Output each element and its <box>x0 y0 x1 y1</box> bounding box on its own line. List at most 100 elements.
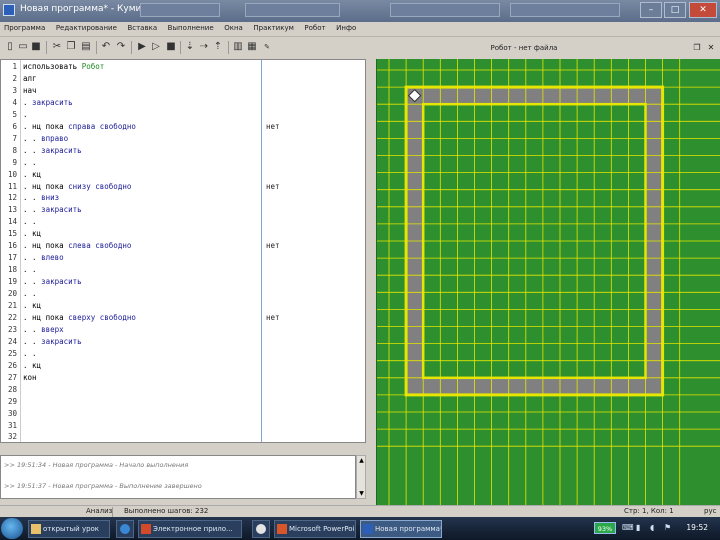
code-line[interactable]: . . <box>23 158 37 167</box>
open-file-icon[interactable]: ▭ <box>17 40 29 54</box>
flag-icon[interactable]: ⚑ <box>664 523 671 532</box>
menu-insert[interactable]: Вставка <box>123 22 161 32</box>
code-token: кон <box>23 372 37 382</box>
painted-cell <box>525 377 543 395</box>
close-panel-icon[interactable]: ✕ <box>706 43 716 53</box>
code-line[interactable]: . кц <box>23 229 41 238</box>
menu-robot[interactable]: Робот <box>300 22 329 32</box>
code-token: слева свободно <box>68 241 132 251</box>
keyboard-icon[interactable]: ⌨ <box>622 523 634 532</box>
code-line[interactable]: . нц пока слева свободно <box>23 241 131 250</box>
painted-cell <box>645 241 663 259</box>
code-line[interactable]: . . закрасить <box>23 337 82 346</box>
code-line[interactable]: . нц пока справа свободно <box>23 122 136 131</box>
code-line[interactable]: . нц пока снизу свободно <box>23 182 131 191</box>
code-line[interactable]: . кц <box>23 170 41 179</box>
code-line[interactable]: нач <box>23 86 37 95</box>
battery-indicator[interactable]: 93% <box>594 522 616 534</box>
step-run-icon[interactable]: ▷ <box>150 40 162 54</box>
code-line[interactable]: . кц <box>23 361 41 370</box>
code-line[interactable]: . нц пока сверху свободно <box>23 313 136 322</box>
save-icon[interactable]: ■ <box>30 40 42 54</box>
painted-cell <box>406 155 424 173</box>
taskbar-button-lesson[interactable]: открытый урок <box>28 520 110 538</box>
code-line[interactable]: использовать Робот <box>23 62 104 71</box>
volume-icon[interactable]: ◖ <box>650 523 654 532</box>
code-line[interactable]: . <box>23 110 28 119</box>
code-token: . . <box>23 145 42 155</box>
painted-cell <box>406 138 424 156</box>
code-line[interactable]: . закрасить <box>23 98 73 107</box>
undock-icon[interactable]: ❐ <box>692 43 702 53</box>
code-line[interactable]: . . вверх <box>23 325 64 334</box>
robot-view-icon[interactable]: ▦ <box>246 40 258 54</box>
code-editor[interactable]: 1 2 3 4 5 6 7 8 9 10 11 12 13 14 15 16 17 18 19 20 21 22 23 24 2… <box>0 59 366 443</box>
code-line[interactable]: . . влево <box>23 253 64 262</box>
background-window-ghost <box>510 3 620 17</box>
menu-practicum[interactable]: Практикум <box>249 22 298 32</box>
title-bar: Новая программа* - Кумир – □ ✕ <box>0 0 720 22</box>
code-line[interactable]: . . закрасить <box>23 205 82 214</box>
code-line[interactable]: . . вниз <box>23 193 59 202</box>
step-over-icon[interactable]: ⇢ <box>198 40 210 54</box>
code-line[interactable]: . . <box>23 289 37 298</box>
taskbar-button-kumir[interactable]: Новая программа*... <box>360 520 442 538</box>
code-line[interactable]: . . <box>23 265 37 274</box>
pin-icon[interactable]: ✎ <box>261 40 273 54</box>
robot-field[interactable] <box>376 59 720 511</box>
redo-icon[interactable]: ↷ <box>115 40 127 54</box>
menu-windows[interactable]: Окна <box>220 22 247 32</box>
line-number: 11 <box>7 181 17 191</box>
code-token: справа свободно <box>68 121 136 131</box>
new-file-icon[interactable]: ▯ <box>4 40 16 54</box>
painted-cell <box>406 326 424 344</box>
run-icon[interactable]: ▶ <box>136 40 148 54</box>
robot-panel-header: Робот - нет файла ❐ ✕ <box>374 42 720 56</box>
maximize-button[interactable]: □ <box>664 2 686 18</box>
stop-icon[interactable]: ■ <box>165 40 177 54</box>
code-line[interactable]: алг <box>23 74 37 83</box>
menu-program[interactable]: Программа <box>0 22 49 32</box>
kumir-app-icon <box>3 4 15 16</box>
yandex-quicklaunch[interactable] <box>252 520 270 538</box>
cut-icon[interactable]: ✂ <box>51 40 63 54</box>
copy-icon[interactable]: ❐ <box>65 40 77 54</box>
undo-icon[interactable]: ↶ <box>100 40 112 54</box>
code-line[interactable]: . . вправо <box>23 134 68 143</box>
code-line[interactable]: . кц <box>23 301 41 310</box>
code-line[interactable]: . . <box>23 217 37 226</box>
line-number: 16 <box>7 241 17 251</box>
taskbar-button-powerpoint[interactable]: Microsoft PowerPoint... <box>274 520 356 538</box>
scroll-up-icon[interactable]: ▲ <box>358 457 365 464</box>
taskbar-button-label: Электронное прило... <box>153 525 233 533</box>
browser-quicklaunch[interactable] <box>116 520 134 538</box>
code-line[interactable]: . . закрасить <box>23 277 82 286</box>
scroll-down-icon[interactable]: ▼ <box>358 490 365 497</box>
window-title: Новая программа* - Кумир <box>20 4 148 14</box>
step-out-icon[interactable]: ⇡ <box>212 40 224 54</box>
network-icon[interactable]: ▮ <box>636 523 640 532</box>
paste-icon[interactable]: ▤ <box>80 40 92 54</box>
close-button[interactable]: ✕ <box>689 2 717 18</box>
taskbar-button-app[interactable]: Электронное прило... <box>138 520 242 538</box>
menu-run[interactable]: Выполнение <box>164 22 218 32</box>
start-button[interactable] <box>1 518 23 539</box>
status-cursor-position: Стр: 1, Кол: 1 <box>624 507 674 515</box>
code-line[interactable]: . . <box>23 349 37 358</box>
code-token: . . <box>23 277 42 287</box>
code-token: вверх <box>41 324 64 334</box>
menu-info[interactable]: Инфо <box>332 22 360 32</box>
code-line[interactable]: кон <box>23 373 37 382</box>
code-token: . нц пока <box>23 241 69 251</box>
status-steps: Выполнено шагов: 232 <box>124 507 209 515</box>
code-line[interactable]: . . закрасить <box>23 146 82 155</box>
minimize-button[interactable]: – <box>640 2 662 18</box>
painted-cell <box>645 360 663 378</box>
menu-edit[interactable]: Редактирование <box>52 22 121 32</box>
log-scrollbar[interactable]: ▲ ▼ <box>356 455 366 499</box>
code-token: . . <box>23 336 42 346</box>
code-token: . . <box>23 193 42 203</box>
step-into-icon[interactable]: ⇣ <box>184 40 196 54</box>
toggle-margin-icon[interactable]: ▥ <box>232 40 244 54</box>
panel-splitter[interactable] <box>366 59 374 511</box>
